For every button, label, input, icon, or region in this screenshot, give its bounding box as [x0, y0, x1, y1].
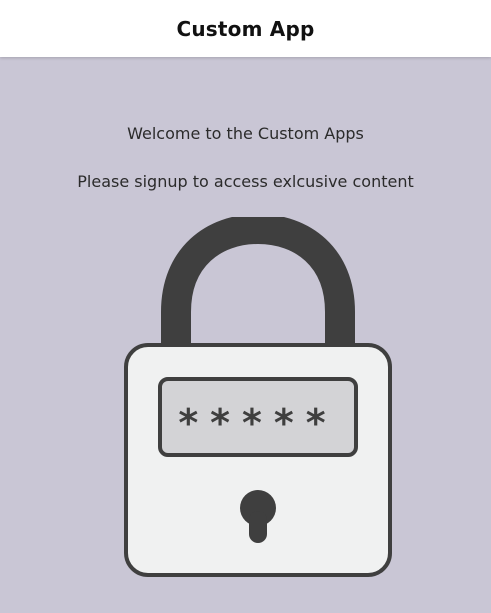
app-title: Custom App [176, 16, 315, 41]
padlock-icon: ***** [124, 217, 392, 577]
welcome-message: Welcome to the Custom Apps [127, 124, 364, 143]
main-content: Welcome to the Custom Apps Please signup… [0, 57, 491, 613]
signup-prompt: Please signup to access exlcusive conten… [77, 172, 414, 191]
masked-password: ***** [178, 401, 337, 445]
padlock-shackle [161, 217, 355, 345]
app-header: Custom App [0, 0, 491, 57]
